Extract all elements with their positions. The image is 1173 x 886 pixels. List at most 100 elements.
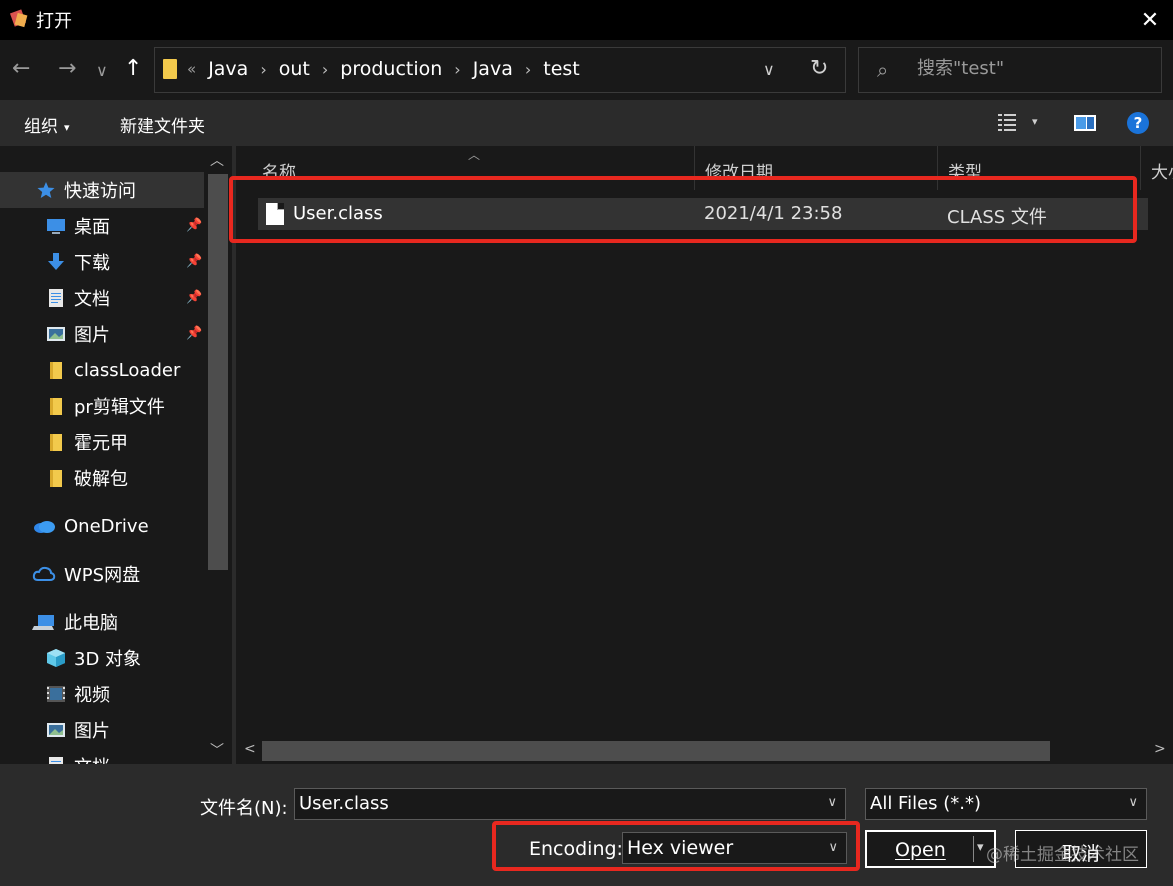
scrollbar-thumb[interactable]: [262, 741, 1050, 761]
document-icon: [49, 757, 63, 764]
up-button[interactable]: ↑: [124, 57, 142, 81]
address-row: ← → ∨ ↑ « Java › out › production › Java…: [0, 40, 1173, 100]
organize-label: 组织: [24, 117, 58, 137]
address-bar[interactable]: « Java › out › production › Java › test …: [154, 47, 846, 93]
column-header-size[interactable]: 大小: [1141, 146, 1173, 190]
sidebar-item-pictures[interactable]: 图片 📌: [0, 316, 204, 352]
search-icon: ⌕: [877, 58, 889, 82]
breadcrumb-overflow[interactable]: «: [187, 60, 196, 78]
details-view-icon: [998, 114, 1016, 131]
filename-value[interactable]: User.class: [299, 793, 389, 814]
chevron-down-icon[interactable]: ∨: [1128, 795, 1138, 810]
column-header-label: 大小: [1151, 163, 1173, 183]
chevron-right-icon[interactable]: ›: [322, 60, 328, 79]
document-icon: [49, 289, 63, 307]
caret-down-icon[interactable]: ▾: [977, 840, 984, 855]
scrollbar-thumb[interactable]: [208, 174, 228, 570]
sidebar-item-label: 桌面: [74, 217, 110, 238]
pin-icon[interactable]: 📌: [186, 254, 202, 270]
sidebar-item-label: classLoader: [74, 359, 181, 381]
star-icon: [37, 182, 55, 198]
scroll-down-icon[interactable]: ﹀: [210, 740, 224, 760]
video-icon: [47, 686, 65, 702]
sidebar-item-3d-objects[interactable]: 3D 对象: [0, 640, 204, 676]
sidebar-item-crack-pack[interactable]: 破解包: [0, 460, 204, 496]
sidebar-item-pictures-pc[interactable]: 图片: [0, 712, 204, 748]
navigation-pane: 快速访问 桌面 📌 下载 📌 文档 📌 图片 📌 classLoader pr剪…: [0, 146, 232, 764]
breadcrumb-item[interactable]: out: [279, 58, 310, 80]
sidebar-item-pr-editing[interactable]: pr剪辑文件: [0, 388, 204, 424]
sidebar-item-documents-pc[interactable]: 文档: [0, 748, 204, 764]
folder-icon: [163, 59, 177, 79]
sidebar-item-label: 破解包: [74, 469, 128, 490]
filename-label: 文件名(N):: [200, 798, 288, 819]
sidebar-item-label: 3D 对象: [74, 649, 142, 670]
horizontal-scrollbar[interactable]: < >: [236, 738, 1173, 764]
refresh-icon[interactable]: ↻: [810, 56, 828, 81]
window-title: 打开: [36, 11, 72, 32]
split-divider: [973, 836, 974, 862]
onedrive-icon: [34, 521, 55, 533]
pin-icon[interactable]: 📌: [186, 290, 202, 306]
search-input[interactable]: [917, 58, 1147, 79]
scroll-left-icon[interactable]: <: [244, 741, 256, 757]
breadcrumb: « Java › out › production › Java › test: [187, 58, 580, 80]
highlight-encoding: [492, 821, 860, 871]
sidebar-item-label: 图片: [74, 721, 110, 742]
breadcrumb-item[interactable]: Java: [473, 58, 513, 80]
new-folder-button[interactable]: 新建文件夹: [120, 112, 205, 137]
pin-icon[interactable]: 📌: [186, 218, 202, 234]
sidebar-item-label: 下载: [74, 253, 110, 274]
breadcrumb-item[interactable]: test: [543, 58, 580, 80]
sidebar-item-classloader[interactable]: classLoader: [0, 352, 204, 388]
caret-down-icon: ▾: [1032, 115, 1038, 128]
back-button[interactable]: ←: [12, 57, 30, 81]
sidebar-item-label: 文档: [74, 289, 110, 310]
pin-icon[interactable]: 📌: [186, 326, 202, 342]
scroll-right-icon[interactable]: >: [1154, 741, 1166, 757]
computer-icon: [32, 615, 54, 630]
preview-pane-icon[interactable]: [1073, 114, 1097, 132]
open-button[interactable]: Open ▾: [865, 830, 996, 868]
breadcrumb-item[interactable]: production: [340, 58, 442, 80]
change-view-button[interactable]: ▾: [996, 111, 1046, 135]
open-button-label: Open: [895, 839, 946, 861]
sidebar-item-documents[interactable]: 文档 📌: [0, 280, 204, 316]
chevron-down-icon[interactable]: ∨: [827, 795, 837, 810]
chevron-right-icon[interactable]: ›: [454, 60, 460, 79]
breadcrumb-item[interactable]: Java: [208, 58, 248, 80]
sidebar-item-label: 快速访问: [64, 181, 136, 202]
chevron-down-icon[interactable]: ∨: [763, 60, 775, 79]
sidebar-item-wps-drive[interactable]: WPS网盘: [0, 556, 204, 592]
sidebar-item-desktop[interactable]: 桌面 📌: [0, 208, 204, 244]
app-icon: [9, 9, 28, 28]
sidebar-scrollbar[interactable]: ︿ ﹀: [204, 146, 230, 764]
sidebar-item-label: pr剪辑文件: [74, 397, 165, 418]
sidebar-item-videos[interactable]: 视频: [0, 676, 204, 712]
filename-field[interactable]: User.class ∨: [294, 788, 846, 820]
sidebar-item-huoyuanjia[interactable]: 霍元甲: [0, 424, 204, 460]
chevron-right-icon[interactable]: ›: [260, 60, 266, 79]
chevron-right-icon[interactable]: ›: [525, 60, 531, 79]
sidebar-item-label: 此电脑: [64, 613, 118, 634]
picture-icon: [47, 327, 65, 341]
forward-button[interactable]: →: [58, 57, 76, 81]
file-type-filter[interactable]: All Files (*.*) ∨: [865, 788, 1147, 820]
sidebar-item-onedrive[interactable]: OneDrive: [0, 508, 204, 544]
folder-icon: [50, 398, 62, 415]
search-box[interactable]: ⌕: [858, 47, 1162, 93]
sidebar-item-downloads[interactable]: 下载 📌: [0, 244, 204, 280]
toolbar: 组织 ▾ 新建文件夹 ▾: [0, 100, 1173, 146]
help-icon[interactable]: ?: [1127, 112, 1149, 134]
recent-locations-button[interactable]: ∨: [96, 59, 108, 83]
organize-button[interactable]: 组织 ▾: [24, 112, 70, 137]
title-bar: 打开 ✕: [0, 0, 1173, 40]
desktop-icon: [47, 219, 65, 234]
scroll-up-icon[interactable]: ︿: [210, 150, 224, 170]
download-icon: [48, 253, 64, 270]
sidebar-item-quick-access[interactable]: 快速访问: [0, 172, 204, 208]
sidebar-item-this-pc[interactable]: 此电脑: [0, 604, 204, 640]
sidebar-item-label: WPS网盘: [64, 565, 141, 586]
close-button[interactable]: ✕: [1127, 0, 1173, 40]
cloud-icon: [32, 566, 56, 581]
